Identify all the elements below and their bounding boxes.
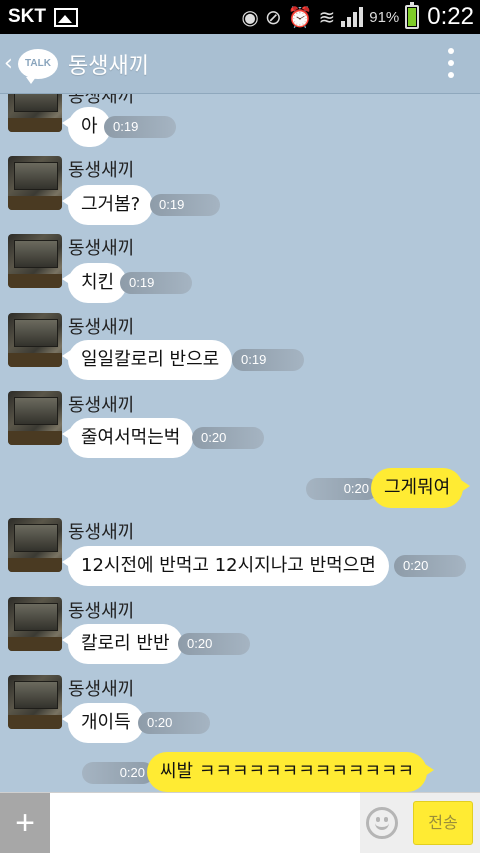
sender-avatar[interactable] bbox=[8, 313, 62, 367]
message-time: 0:20 bbox=[192, 427, 264, 449]
send-button[interactable]: 전송 bbox=[413, 801, 473, 845]
sender-name: 동생새끼 bbox=[68, 317, 135, 338]
sender-avatar[interactable] bbox=[8, 518, 62, 572]
message-bubble[interactable]: 개이득 bbox=[62, 703, 144, 743]
chat-header: ‹ TALK 동생새끼 bbox=[0, 34, 480, 94]
alarm-icon: ⏰ bbox=[287, 5, 313, 29]
chat-area[interactable]: 동생새끼 아 0:19 동생새끼 그거봄? 0:19 동생새끼 치킨 0:19 … bbox=[0, 94, 480, 792]
status-bar: SKT ◉ ⊘ ⏰ ≋ 91% 0:22 bbox=[0, 0, 480, 34]
attach-plus-button[interactable]: + bbox=[0, 793, 50, 853]
sender-name: 동생새끼 bbox=[68, 238, 135, 259]
message-time: 0:19 bbox=[150, 194, 220, 216]
sender-name: 동생새끼 bbox=[68, 679, 135, 700]
sender-name: 동생새끼 bbox=[68, 522, 135, 543]
sender-name: 동생새끼 bbox=[68, 601, 135, 622]
message-bubble[interactable]: 12시전에 반먹고 12시지나고 반먹으면 bbox=[62, 546, 389, 586]
message-bubble[interactable]: 일일칼로리 반으로 bbox=[61, 340, 233, 380]
message-time: 0:20 bbox=[138, 712, 210, 734]
sender-avatar[interactable] bbox=[8, 156, 62, 210]
signal-icon bbox=[341, 7, 364, 27]
clock: 0:22 bbox=[427, 3, 474, 30]
sender-name: 동생새끼 bbox=[68, 395, 135, 416]
message-bubble[interactable]: 줄여서먹는벅 bbox=[61, 418, 194, 458]
message-time: 0:19 bbox=[120, 272, 192, 294]
message-time: 0:19 bbox=[104, 116, 176, 138]
mute-icon: ⊘ bbox=[264, 5, 282, 29]
battery-level-fill bbox=[408, 7, 417, 26]
chat-title: 동생새끼 bbox=[68, 53, 149, 79]
sender-avatar[interactable] bbox=[8, 94, 62, 132]
message-time: 0:19 bbox=[232, 349, 304, 371]
overflow-menu-icon[interactable] bbox=[448, 48, 454, 78]
battery-icon bbox=[405, 2, 420, 29]
message-input-bar: + 전송 bbox=[0, 792, 480, 853]
message-time: 0:20 bbox=[394, 555, 466, 577]
message-bubble[interactable]: 치킨 bbox=[61, 263, 128, 303]
image-icon bbox=[54, 7, 78, 27]
status-icons: ◉ ⊘ ⏰ ≋ 91% 0:22 bbox=[241, 0, 474, 34]
sender-avatar[interactable] bbox=[8, 675, 62, 729]
sender-avatar[interactable] bbox=[8, 234, 62, 288]
message-bubble-outgoing[interactable]: 씨발 ㅋㅋㅋㅋㅋㅋㅋㅋㅋㅋㅋㅋㅋ bbox=[147, 752, 435, 792]
message-input[interactable] bbox=[50, 793, 360, 853]
message-time: 0:20 bbox=[306, 478, 378, 500]
eye-icon: ◉ bbox=[241, 5, 259, 29]
message-bubble[interactable]: 그거봄? bbox=[61, 185, 154, 225]
wifi-icon: ≋ bbox=[318, 5, 336, 29]
message-bubble[interactable]: 칼로리 반반 bbox=[62, 624, 183, 664]
sender-avatar[interactable] bbox=[8, 597, 62, 651]
message-bubble-outgoing[interactable]: 그게뭐여 bbox=[371, 468, 471, 508]
sender-avatar[interactable] bbox=[8, 391, 62, 445]
talk-logo[interactable]: TALK bbox=[18, 48, 58, 84]
carrier-label: SKT bbox=[8, 6, 46, 27]
sender-name: 동생새끼 bbox=[68, 160, 135, 181]
emoticon-icon[interactable] bbox=[366, 807, 398, 839]
sender-name: 동생새끼 bbox=[68, 94, 135, 107]
battery-percent: 91% bbox=[369, 8, 400, 26]
message-time: 0:20 bbox=[178, 633, 250, 655]
back-icon[interactable]: ‹ bbox=[4, 51, 16, 76]
message-time: 0:20 bbox=[82, 762, 154, 784]
